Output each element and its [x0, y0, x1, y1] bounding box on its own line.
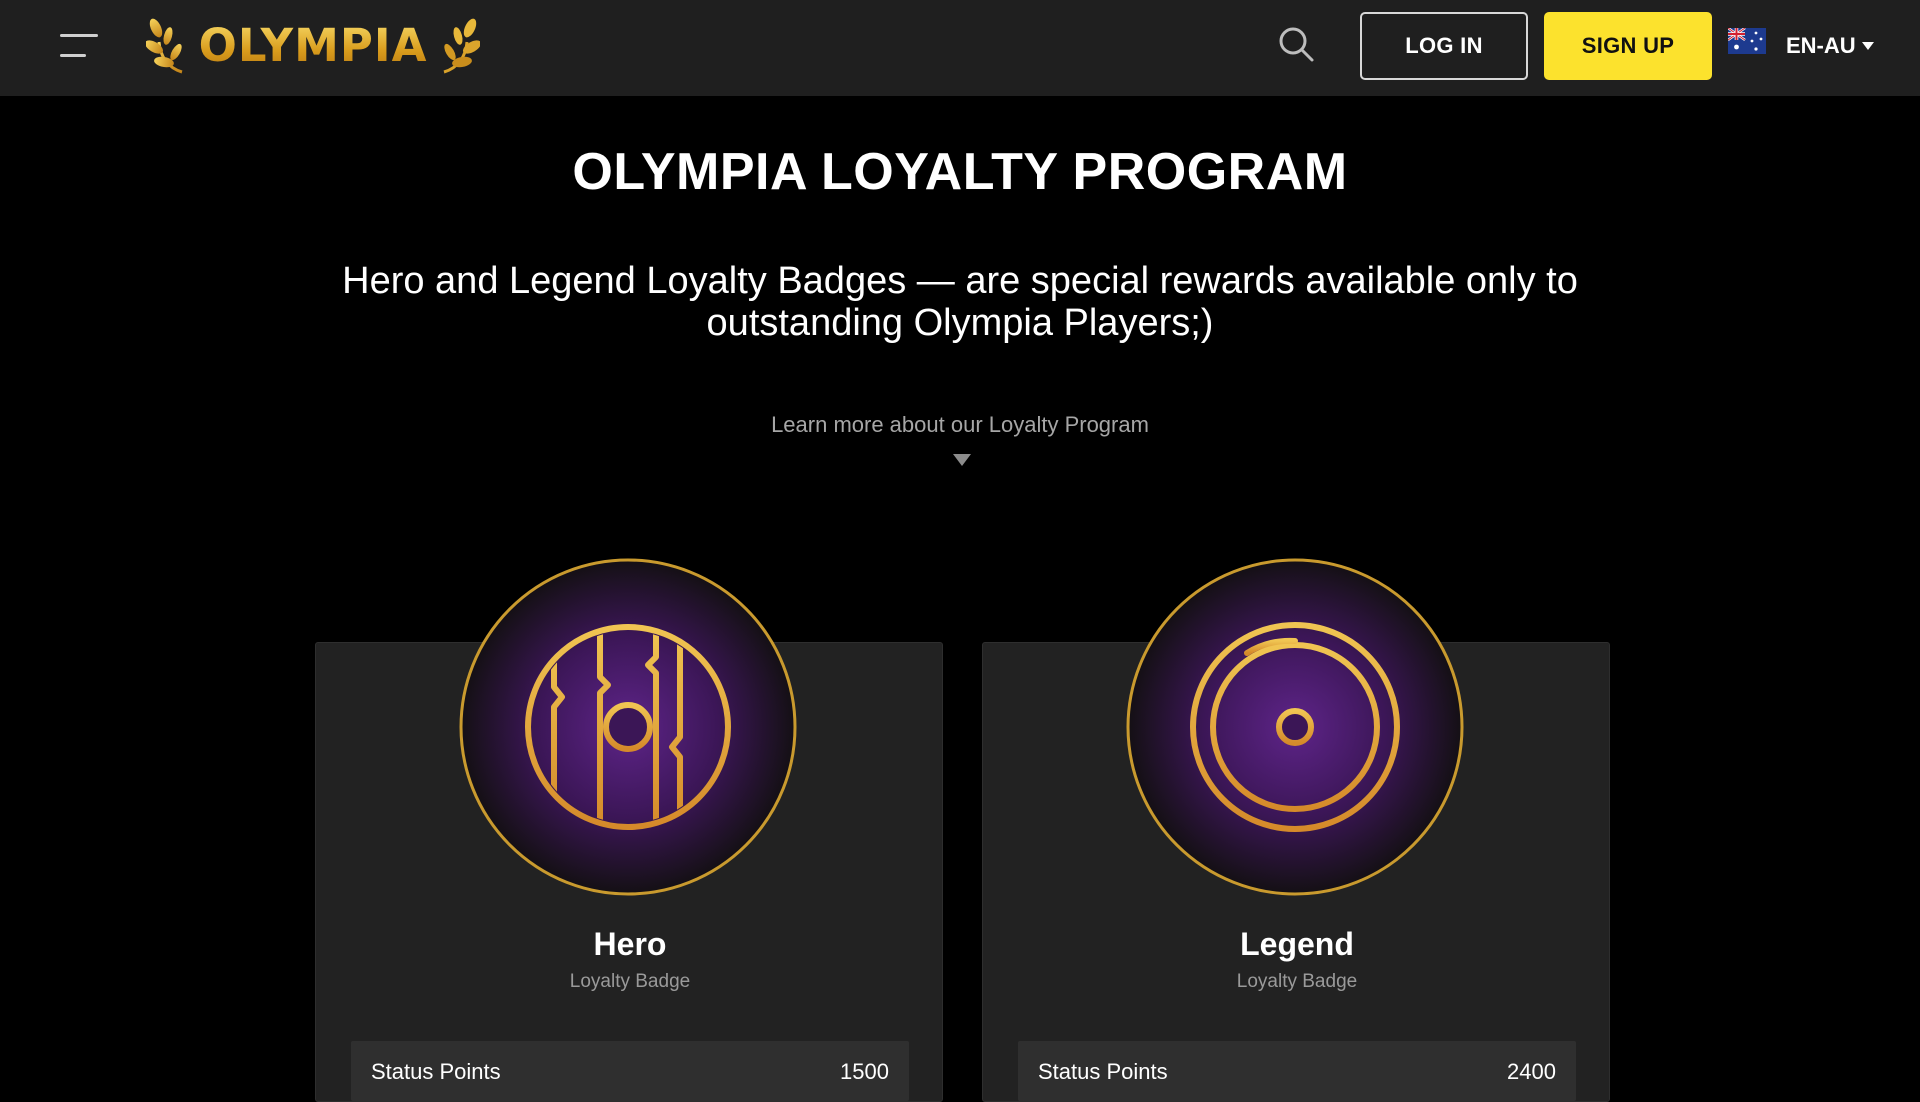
hero-shield-icon: [459, 558, 797, 896]
badge-subtitle: Loyalty Badge: [569, 971, 691, 992]
language-label: EN-AU: [1786, 33, 1856, 58]
signup-button[interactable]: SIGN UP: [1544, 12, 1712, 80]
chevron-down-icon[interactable]: [953, 454, 971, 466]
badge-subtitle: Loyalty Badge: [1236, 971, 1358, 992]
badge-name: Legend: [1240, 926, 1354, 962]
login-button[interactable]: LOG IN: [1360, 12, 1528, 80]
legend-shield-icon: [1126, 558, 1464, 896]
page-title: OLYMPIA LOYALTY PROGRAM: [572, 143, 1348, 201]
badge-name: Hero: [593, 926, 667, 962]
caret-down-icon: [1861, 42, 1874, 50]
learn-more-link[interactable]: Learn more about our Loyalty Program: [0, 412, 1920, 438]
laurel-icon: [443, 18, 480, 74]
top-header: OLYMPIA LOG IN SIGN UP EN-AU: [0, 0, 1920, 96]
australia-flag-icon: [1728, 28, 1766, 54]
status-points-row: Status Points 1500: [351, 1041, 909, 1101]
status-points-label: Status Points: [1038, 1059, 1168, 1084]
olympia-logo[interactable]: OLYMPIA: [146, 12, 480, 78]
laurel-icon: [146, 18, 183, 74]
logo-text: OLYMPIA: [198, 18, 428, 72]
page-subtitle: Hero and Legend Loyalty Badges — are spe…: [342, 260, 1578, 344]
status-points-label: Status Points: [371, 1059, 501, 1084]
status-points-row: Status Points 2400: [1018, 1041, 1576, 1101]
status-points-value: 1500: [840, 1059, 889, 1084]
search-icon[interactable]: [1276, 24, 1316, 64]
status-points-value: 2400: [1507, 1059, 1556, 1084]
language-selector[interactable]: EN-AU: [1728, 28, 1874, 64]
hamburger-menu-icon[interactable]: [58, 30, 102, 62]
